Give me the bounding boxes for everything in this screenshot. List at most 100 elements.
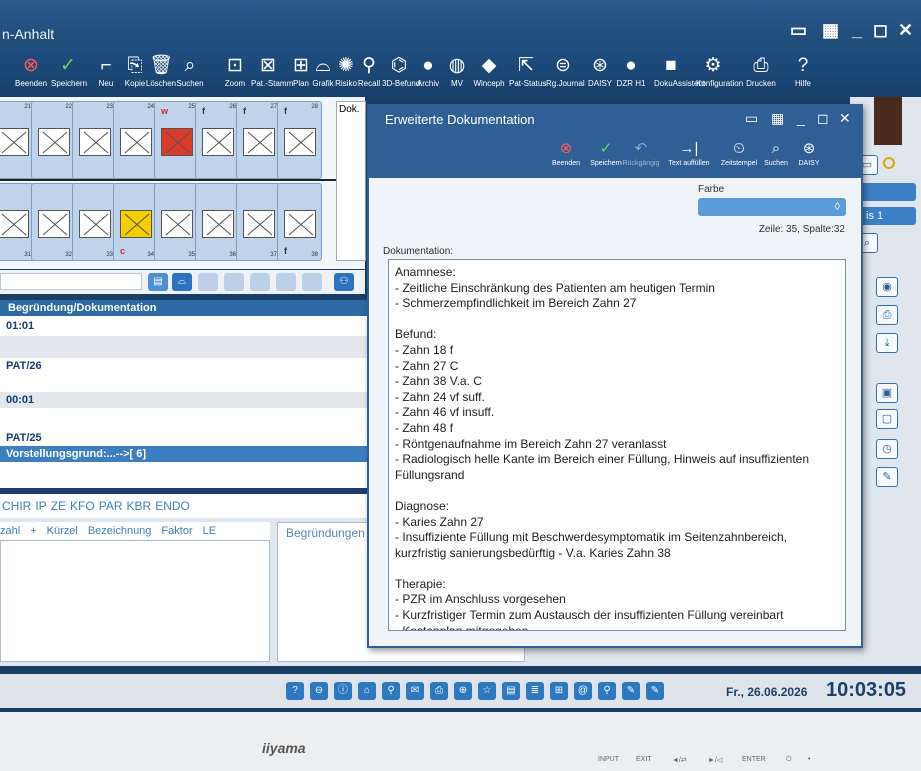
tool-icon[interactable] [250,273,270,291]
documentation-textarea[interactable]: Anamnese: - Zeitliche Einschränkung des P… [388,259,846,631]
monitor-button[interactable]: EXIT [636,756,652,763]
printer-icon[interactable]: ⎙ [876,305,898,325]
suchen-button[interactable]: ⌕ Suchen [173,53,207,95]
download-icon[interactable]: ⤓ [876,333,898,353]
dialog-restore-icon[interactable]: ▭ [745,110,758,127]
maximize-button[interactable]: ◻ [873,20,888,41]
tooth-32[interactable]: 32 [31,183,76,261]
xray-icon[interactable]: ▢ [876,409,898,429]
taskbar-icon[interactable]: ✎ [622,682,640,700]
winceph-button[interactable]: ◆ Winceph [472,53,506,95]
grid-icon[interactable]: ▦ [822,20,839,41]
taskbar-icon[interactable]: ⎙ [430,682,448,700]
rg-journal-button[interactable]: ⊜ Rg.Journal [546,53,585,95]
tooth-34[interactable]: 34 c [113,183,158,261]
recall-button[interactable]: ⚲ Recall [352,53,386,95]
column-header[interactable]: + [30,525,36,537]
tab-endo[interactable]: ENDO [155,499,190,513]
dialog-maximize-button[interactable]: ◻ [817,110,829,127]
tooth-37[interactable]: 37 [236,183,281,261]
drucken-button[interactable]: ⎙ Drucken [744,53,778,95]
doc-panel[interactable]: Dok. [336,101,366,261]
taskbar-icon[interactable]: ? [286,682,304,700]
tab-ip[interactable]: IP [35,499,46,513]
zoom-button[interactable]: ⊡ Zoom [218,53,252,95]
taskbar-icon[interactable]: ⓘ [334,682,352,700]
camera-icon[interactable]: ◉ [876,277,898,297]
dropdown-select[interactable]: is 1 [856,207,916,225]
taskbar-icon[interactable]: ⊖ [310,682,328,700]
tooth-24[interactable]: 24 [113,101,158,179]
konfiguration-button[interactable]: ⚙ Konfiguration [696,53,743,95]
taskbar-icon[interactable]: @ [574,682,592,700]
taskbar-icon[interactable]: ✉ [406,682,424,700]
tooth-36[interactable]: 36 [195,183,240,261]
tab-kfo[interactable]: KFO [70,499,95,513]
taskbar-icon[interactable]: ☆ [478,682,496,700]
daisy-button[interactable]: ⊛ DAISY [583,53,617,95]
column-header[interactable]: Kürzel [47,525,78,537]
tooth-21[interactable]: 21 [0,101,35,179]
tooth-25[interactable]: 25 w [154,101,199,179]
mv-button[interactable]: ◍ MV [440,53,474,95]
monitor-button[interactable]: ⏻ [786,756,792,764]
monitor-button[interactable]: ENTER [742,756,766,763]
tab-par[interactable]: PAR [99,499,123,513]
pat-status-button[interactable]: ⇱ Pat-Status [509,53,546,95]
tab-chir[interactable]: CHIR [2,499,31,513]
taskbar-icon[interactable]: ⚲ [598,682,616,700]
tooth-22[interactable]: 22 [31,101,76,179]
column-header[interactable]: Bezeichnung [88,525,152,537]
hilfe-button[interactable]: ? Hilfe [786,53,820,95]
taskbar-icon[interactable]: ≣ [526,682,544,700]
taskbar-icon[interactable]: ⊞ [550,682,568,700]
taskbar-icon[interactable]: ⊕ [454,682,472,700]
column-header[interactable]: LE [203,525,216,537]
edit-icon[interactable]: ✎ [876,467,898,487]
monitor-button[interactable]: ◄/⇄ [672,756,687,764]
taskbar-icon[interactable]: ⌂ [358,682,376,700]
restore-icon[interactable]: ▭ [790,20,807,41]
tool-icon[interactable] [302,273,322,291]
dialog-grid-icon[interactable]: ▦ [771,110,784,127]
farbe-select[interactable]: ◊ [698,198,846,216]
table-row[interactable]: 00:01 [0,394,370,406]
dokuassistent-button[interactable]: ■ DokuAssistent [654,53,705,95]
table-row[interactable]: 01:01 [0,320,370,332]
close-button[interactable]: ✕ [898,20,913,41]
beenden-button[interactable]: ⊗ Beenden [14,53,48,95]
dzr-h1-button[interactable]: ● DZR H1 [614,53,648,95]
tooth-26[interactable]: 26 f [195,101,240,179]
group-icon[interactable]: ⚇ [334,273,354,291]
table-row[interactable]: PAT/26 [0,360,370,372]
tooth-35[interactable]: 35 [154,183,199,261]
tool-icon[interactable] [276,273,296,291]
monitor-button[interactable]: INPUT [598,756,619,763]
table-row[interactable]: PAT/25 [0,432,370,444]
tooth-28[interactable]: 28 f [277,101,322,179]
tooth-23[interactable]: 23 [72,101,117,179]
minimize-button[interactable]: _ [852,20,862,41]
chart-tool-icon[interactable]: ▤ [148,273,168,291]
beenden-button[interactable]: ⊗ Beenden [544,138,588,167]
tab-kbr[interactable]: KBR [127,499,152,513]
tab-ze[interactable]: ZE [51,499,66,513]
dialog-minimize-button[interactable]: _ [797,110,805,126]
image-icon[interactable]: ▣ [876,383,898,403]
taskbar-icon[interactable]: ⚲ [382,682,400,700]
rückgängig-button[interactable]: ↶ Rückgängig [619,138,663,167]
dropdown-top[interactable] [856,183,916,201]
tool-icon[interactable] [224,273,244,291]
tooth-33[interactable]: 33 [72,183,117,261]
tooth-27[interactable]: 27 f [236,101,281,179]
column-header[interactable]: zahl [0,525,20,537]
service-list[interactable] [0,540,270,662]
monitor-button[interactable]: ►/◁ [708,756,722,764]
tool-icon[interactable] [198,273,218,291]
table-row-selected[interactable]: Vorstellungsgrund:...-->[ 6] [0,446,370,462]
taskbar-icon[interactable]: ▤ [502,682,520,700]
pat-stamm-button[interactable]: ⊠ Pat.-Stamm [251,53,293,95]
dialog-close-button[interactable]: ✕ [839,110,851,127]
clock-icon[interactable]: ◷ [876,439,898,459]
column-header[interactable]: Faktor [161,525,192,537]
